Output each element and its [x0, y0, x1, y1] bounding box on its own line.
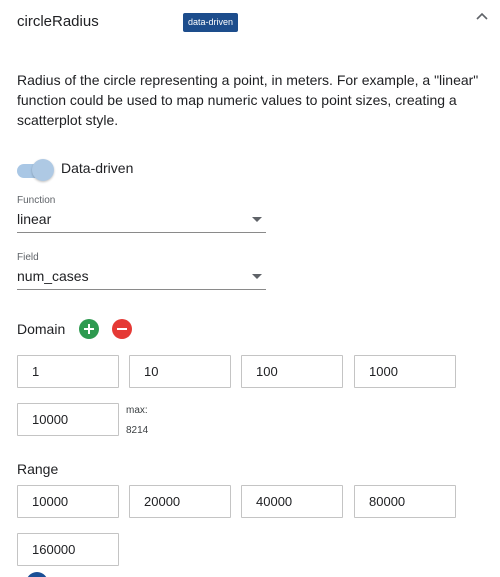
function-select-value: linear	[17, 211, 52, 227]
range-input[interactable]: 80000	[354, 485, 456, 518]
field-label: Field	[17, 252, 39, 263]
domain-input[interactable]: 10000	[17, 403, 119, 436]
domain-input-value: 1	[32, 364, 40, 379]
range-input-value: 80000	[369, 494, 406, 509]
chevron-up-icon[interactable]	[474, 9, 490, 25]
minus-circle-icon	[117, 328, 127, 330]
add-stop-button[interactable]	[79, 319, 99, 339]
property-description: Radius of the circle representing a poin…	[17, 72, 479, 128]
domain-input[interactable]: 10	[129, 355, 231, 388]
domain-input[interactable]: 100	[241, 355, 343, 388]
domain-input-value: 1000	[369, 364, 398, 379]
range-input[interactable]: 10000	[17, 485, 119, 518]
field-select[interactable]: num_cases	[17, 266, 266, 290]
property-name: circleRadius	[17, 13, 99, 30]
domain-input-value: 10	[144, 364, 159, 379]
dropdown-caret-icon	[252, 274, 262, 279]
domain-input-value: 10000	[32, 412, 69, 427]
max-value: 8214	[126, 425, 149, 436]
property-header: circleRadius data-driven	[0, 0, 500, 46]
domain-input-value: 100	[256, 364, 278, 379]
range-input[interactable]: 160000	[17, 533, 119, 566]
range-title: Range	[17, 461, 59, 477]
range-input-value: 40000	[256, 494, 293, 509]
function-select[interactable]: linear	[17, 209, 266, 233]
range-input-value: 160000	[32, 542, 76, 557]
dropdown-caret-icon	[252, 217, 262, 222]
remove-stop-button[interactable]	[112, 319, 132, 339]
max-label: max:	[126, 405, 148, 416]
function-label: Function	[17, 195, 56, 206]
range-input[interactable]: 40000	[241, 485, 343, 518]
range-input-value: 20000	[144, 494, 181, 509]
next-control-button[interactable]	[26, 572, 48, 577]
domain-title: Domain	[17, 321, 66, 337]
domain-input[interactable]: 1	[17, 355, 119, 388]
data-driven-toggle-label: Data-driven	[61, 160, 134, 176]
domain-input[interactable]: 1000	[354, 355, 456, 388]
range-input[interactable]: 20000	[129, 485, 231, 518]
toggle-thumb[interactable]	[32, 159, 54, 181]
range-input-value: 10000	[32, 494, 69, 509]
field-select-value: num_cases	[17, 268, 89, 284]
data-driven-toggle[interactable]	[17, 158, 55, 182]
data-driven-badge: data-driven	[183, 13, 239, 32]
